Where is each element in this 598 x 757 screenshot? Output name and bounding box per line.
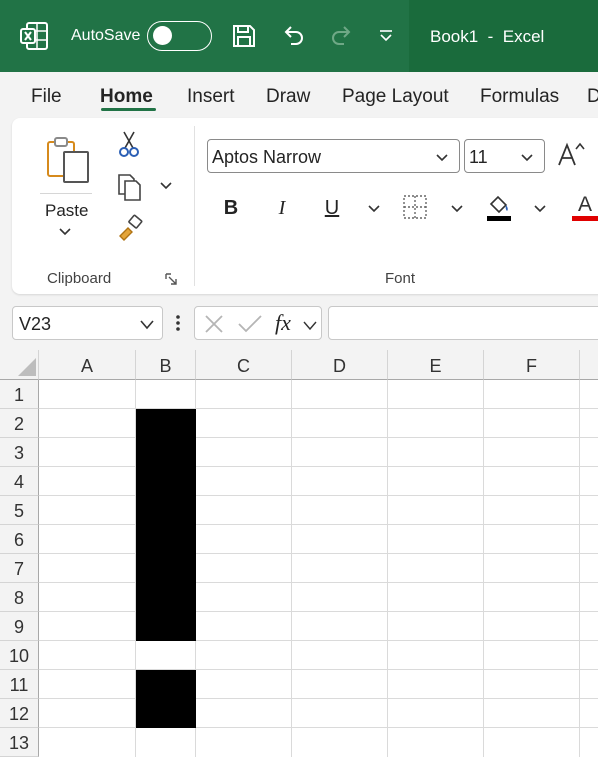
gridline [39,640,598,641]
paste-icon[interactable] [44,134,92,184]
gridline [39,698,598,699]
gridline [39,669,598,670]
select-all-corner[interactable] [0,350,39,380]
font-name-chevron-icon[interactable] [436,149,450,163]
row-header[interactable]: 10 [0,641,39,670]
gridline [39,408,598,409]
tab-home[interactable]: Home [100,86,153,108]
paste-dropdown-chevron-icon[interactable] [57,226,73,238]
tab-data[interactable]: D [587,86,598,108]
tab-page-layout[interactable]: Page Layout [342,86,449,108]
title-bar: AutoSave Book1 - Excel [0,0,598,72]
column-header-c[interactable]: C [196,350,292,380]
gridline [39,582,598,583]
row-header[interactable]: 5 [0,496,39,525]
document-title: Book1 - Excel [430,27,545,46]
excel-app-icon[interactable] [18,20,50,52]
gridline [39,524,598,525]
font-name-value: Aptos Narrow [212,147,322,167]
autosave-toggle[interactable] [147,21,212,51]
font-color-swatch [572,216,598,221]
formula-actions: fx [194,306,322,340]
gridline [39,495,598,496]
undo-icon[interactable] [277,20,309,52]
font-group-label: Font [385,270,416,287]
font-color-button[interactable]: A [572,193,598,216]
row-header[interactable]: 2 [0,409,39,438]
font-name-combobox[interactable]: Aptos Narrow [207,139,460,173]
tab-draw[interactable]: Draw [266,86,310,108]
customize-qat-icon[interactable] [370,20,402,52]
row-header[interactable]: 8 [0,583,39,612]
insert-function-button[interactable]: fx [275,310,291,336]
row-header[interactable]: 4 [0,467,39,496]
row-header[interactable]: 9 [0,612,39,641]
underline-chevron-icon[interactable] [367,203,381,215]
borders-icon[interactable] [402,194,428,220]
row-header[interactable]: 11 [0,670,39,699]
bold-button[interactable]: B [220,196,242,220]
row-header[interactable]: 13 [0,728,39,757]
clipboard-group-label: Clipboard [47,270,112,287]
ribbon-group-divider [194,126,195,286]
gridline [39,437,598,438]
function-chevron-icon[interactable] [303,318,317,336]
cut-icon[interactable] [116,130,142,158]
toggle-knob [153,26,172,45]
active-tab-indicator [101,108,156,111]
font-size-chevron-icon[interactable] [521,149,535,163]
format-painter-icon[interactable] [116,214,144,242]
filled-cells-b2-b9[interactable] [136,409,196,641]
borders-chevron-icon[interactable] [450,203,464,215]
row-header[interactable]: 3 [0,438,39,467]
row-header[interactable]: 6 [0,525,39,554]
save-icon[interactable] [228,20,260,52]
fill-color-icon[interactable] [485,192,513,222]
gridline [39,611,598,612]
paste-label[interactable]: Paste [45,201,88,221]
copy-dropdown-chevron-icon[interactable] [158,180,174,192]
gridline [39,466,598,467]
copy-icon[interactable] [115,172,145,202]
tab-insert[interactable]: Insert [187,86,235,108]
font-size-combobox[interactable]: 11 [464,139,545,173]
column-header-b[interactable]: B [136,350,196,380]
worksheet-grid[interactable]: A B C D E F 1 2 3 4 5 6 7 8 9 10 11 12 1… [0,350,598,757]
column-header-f[interactable]: F [484,350,580,380]
italic-button[interactable]: I [271,196,293,220]
paste-split-divider [40,193,92,194]
column-header-e[interactable]: E [388,350,484,380]
enter-icon[interactable] [237,313,263,340]
column-header-g[interactable] [580,350,598,380]
formula-input[interactable] [328,306,598,340]
cancel-icon[interactable] [203,313,225,340]
autosave-label: AutoSave [71,27,141,44]
increase-font-size-icon[interactable] [556,139,586,169]
ribbon-tabs: File Home Insert Draw Page Layout Formul… [0,72,598,118]
font-size-value: 11 [469,147,488,167]
fill-color-chevron-icon[interactable] [533,203,547,215]
gridline [39,553,598,554]
tab-formulas[interactable]: Formulas [480,86,559,108]
dialog-launcher-icon[interactable] [164,272,178,286]
redo-icon[interactable] [326,20,358,52]
formula-bar-splitter-icon[interactable] [174,312,182,334]
underline-button[interactable]: U [321,196,343,220]
row-header[interactable]: 1 [0,380,39,409]
name-box[interactable]: V23 [12,306,163,340]
gridline [39,727,598,728]
name-box-chevron-icon[interactable] [140,317,154,335]
column-header-d[interactable]: D [292,350,388,380]
row-header[interactable]: 7 [0,554,39,583]
row-header[interactable]: 12 [0,699,39,728]
name-box-value: V23 [19,314,52,334]
filled-cells-b11-b12[interactable] [136,670,196,728]
tab-file[interactable]: File [31,86,62,108]
column-header-a[interactable]: A [39,350,136,380]
